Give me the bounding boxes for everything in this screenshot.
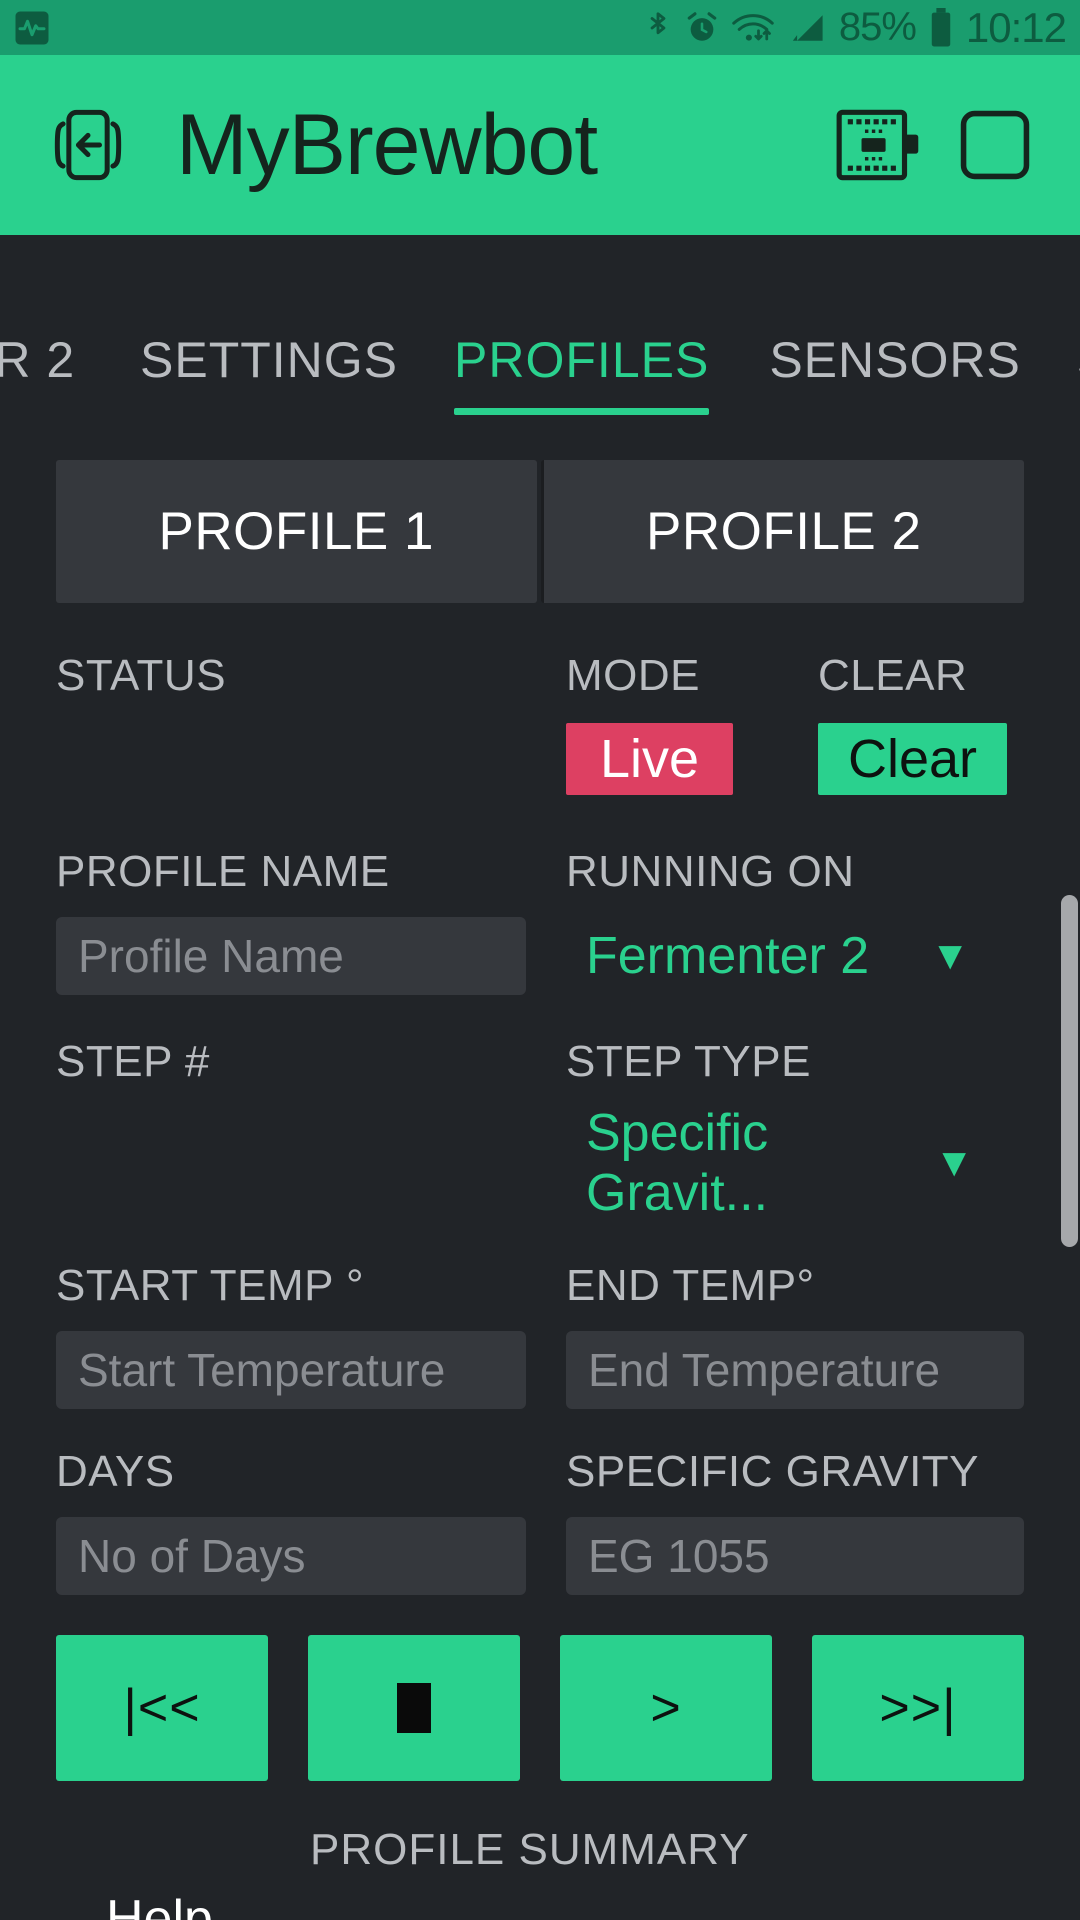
last-step-button[interactable]: >>| (812, 1635, 1024, 1781)
step-number-label: STEP # (56, 1037, 210, 1086)
temp-labels-row: START TEMP ° END TEMP° (0, 1261, 1080, 1311)
days-gravity-labels-row: DAYS SPECIFIC GRAVITY (0, 1447, 1080, 1497)
clock-time: 10:12 (965, 3, 1067, 51)
alarm-icon (685, 11, 719, 45)
profile-2-label: PROFILE 2 (646, 502, 922, 561)
running-on-label: RUNNING ON (566, 847, 855, 896)
cellular-signal-icon (787, 11, 827, 45)
step-values-row: Specific Gravit... ▼ (0, 1103, 1080, 1223)
step-navigation-buttons[interactable]: |<< > >>| (0, 1635, 1080, 1781)
device-back-icon[interactable] (42, 99, 134, 191)
footer: PROFILE SUMMARY Help (0, 1817, 1080, 1920)
battery-percent: 85% (838, 5, 917, 49)
step-labels-row: STEP # STEP TYPE (0, 1037, 1080, 1087)
app-root: 85% 10:12 MyBrewbot R 2 SETTINGS PROFILE… (0, 0, 1080, 1920)
tab-sensors[interactable]: SENSORS (769, 331, 1021, 415)
tab-label: PROFILES (454, 332, 710, 388)
status-mode-clear-values-row: Live Clear (0, 723, 1080, 795)
days-gravity-fields-row: No of Days EG 1055 (0, 1517, 1080, 1595)
step-type-label: STEP TYPE (566, 1037, 811, 1086)
profile-name-running-on-fields-row: Profile Name Fermenter 2 ▼ (0, 917, 1080, 995)
status-label: STATUS (56, 651, 227, 700)
battery-icon (928, 7, 954, 48)
tab-active-indicator (454, 408, 710, 415)
profile-1-label: PROFILE 1 (158, 502, 434, 561)
chevron-down-icon: ▼ (934, 1141, 974, 1185)
app-title: MyBrewbot (176, 96, 598, 193)
profile-1-button[interactable]: PROFILE 1 (56, 460, 537, 603)
clear-button-label: Clear (848, 729, 978, 789)
mode-toggle-button[interactable]: Live (566, 723, 734, 795)
tab-label: SENSORS (769, 332, 1021, 388)
pulse-monitor-icon (14, 10, 50, 46)
chevron-down-icon: ▼ (930, 934, 970, 978)
tab-label: SETTINGS (140, 332, 399, 388)
days-label: DAYS (56, 1447, 175, 1496)
profiles-panel: PROFILE 1 PROFILE 2 STATUS MODE CLEAR Li… (0, 420, 1080, 1920)
step-number-value[interactable] (56, 1103, 566, 1175)
first-step-button[interactable]: |<< (56, 1635, 268, 1781)
app-bar: MyBrewbot (0, 55, 1080, 235)
running-on-dropdown[interactable]: Fermenter 2 ▼ (566, 917, 1024, 995)
step-type-dropdown[interactable]: Specific Gravit... ▼ (566, 1103, 1024, 1223)
end-temp-label: END TEMP° (566, 1261, 815, 1310)
temp-fields-row: Start Temperature End Temperature (0, 1331, 1080, 1409)
mode-label: MODE (566, 651, 700, 700)
tab-strip[interactable]: ER 2 SETTINGS PROFILES SENSORS SN (0, 235, 1080, 415)
tab-label: ER 2 (0, 332, 76, 388)
profile-name-input[interactable]: Profile Name (56, 917, 526, 995)
step-type-value: Specific Gravit... (586, 1104, 769, 1222)
help-link[interactable]: Help (106, 1889, 213, 1920)
days-input[interactable]: No of Days (56, 1517, 526, 1595)
mode-value: Live (600, 729, 700, 789)
stop-square-icon (397, 1683, 431, 1733)
end-temp-input[interactable]: End Temperature (566, 1331, 1024, 1409)
specific-gravity-label: SPECIFIC GRAVITY (566, 1447, 980, 1496)
tab-fermenter-2[interactable]: ER 2 (0, 331, 120, 415)
start-temp-label: START TEMP ° (56, 1261, 365, 1310)
tab-profiles[interactable]: PROFILES (454, 331, 710, 415)
running-on-value: Fermenter 2 (586, 927, 870, 985)
specific-gravity-input[interactable]: EG 1055 (566, 1517, 1024, 1595)
profile-summary-label[interactable]: PROFILE SUMMARY (310, 1825, 750, 1875)
profile-name-label: PROFILE NAME (56, 847, 390, 896)
profile-selector[interactable]: PROFILE 1 PROFILE 2 (0, 420, 1080, 603)
bluetooth-icon (643, 9, 673, 47)
start-temp-input[interactable]: Start Temperature (56, 1331, 526, 1409)
next-step-label: > (650, 1679, 682, 1737)
device-square-icon[interactable] (958, 108, 1032, 182)
next-step-button[interactable]: > (560, 1635, 772, 1781)
clear-button[interactable]: Clear (818, 723, 1008, 795)
status-bar: 85% 10:12 (0, 0, 1080, 55)
first-step-label: |<< (123, 1679, 201, 1737)
profile-name-running-on-labels-row: PROFILE NAME RUNNING ON (0, 847, 1080, 897)
tab-settings[interactable]: SETTINGS (140, 331, 398, 415)
clear-label: CLEAR (818, 651, 968, 700)
last-step-label: >>| (879, 1679, 957, 1737)
wifi-icon (731, 11, 775, 45)
vertical-scrollbar[interactable] (1061, 895, 1078, 1247)
profile-2-button[interactable]: PROFILE 2 (540, 460, 1024, 603)
status-mode-clear-labels-row: STATUS MODE CLEAR (0, 651, 1080, 701)
microcontroller-chip-icon[interactable] (834, 105, 920, 185)
stop-button[interactable] (308, 1635, 520, 1781)
